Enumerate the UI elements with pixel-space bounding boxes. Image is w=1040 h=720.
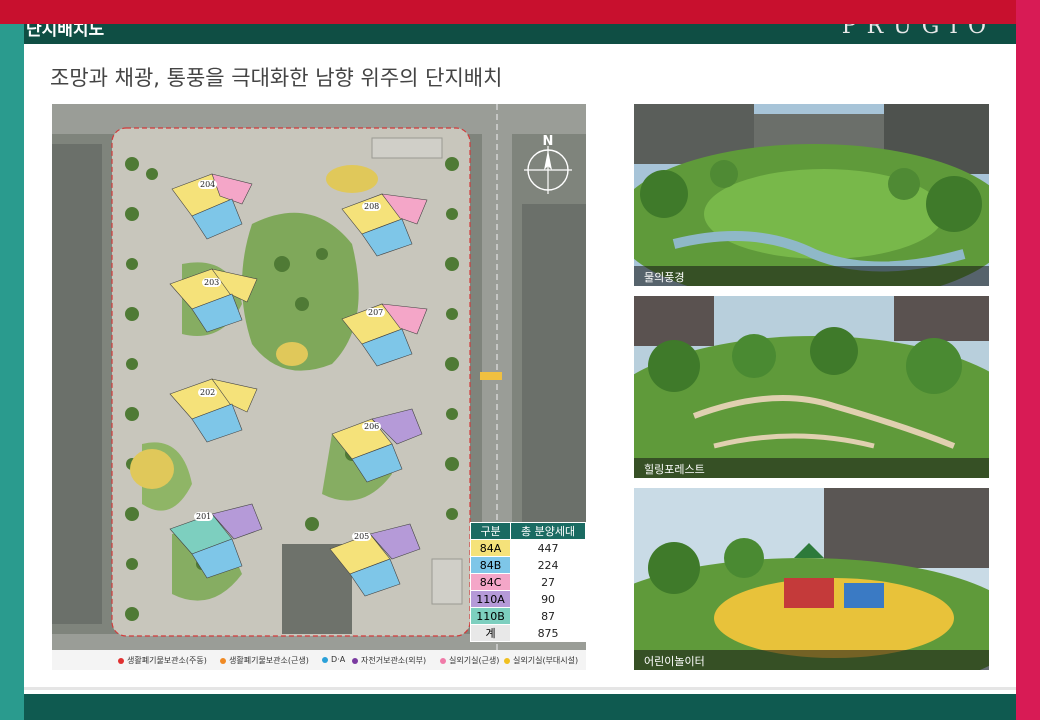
photo-caption: 힐링포레스트 bbox=[634, 458, 989, 478]
legend-dot-icon bbox=[352, 657, 358, 664]
unit-count: 27 bbox=[510, 573, 586, 591]
legend-item: 생활폐기물보관소(주동) bbox=[118, 655, 207, 666]
photo-water-landscape: 물의풍경 bbox=[634, 104, 989, 286]
unit-count: 224 bbox=[510, 556, 586, 574]
healing-forest-image bbox=[634, 296, 989, 478]
site-plan-map: 204 208 203 207 202 206 201 205 N 구분 총 분… bbox=[52, 104, 586, 670]
legend-dot-icon bbox=[504, 657, 510, 664]
brochure-page: 단지배치도 PRUGIO 조망과 채광, 통풍을 극대화한 남향 위주의 단지배… bbox=[24, 24, 1016, 694]
frame-bottom bbox=[24, 694, 1016, 720]
compass: N bbox=[522, 134, 574, 194]
unit-type: 84A bbox=[469, 539, 512, 557]
legend-item: 실외기실(부대시설) bbox=[504, 655, 578, 666]
header-title: 단지배치도 bbox=[26, 24, 105, 40]
unit-count: 90 bbox=[510, 590, 586, 608]
unit-type-total: 계 bbox=[469, 624, 512, 642]
building-label-201: 201 bbox=[194, 512, 214, 521]
water-landscape-image bbox=[634, 104, 989, 286]
legend-dot-icon bbox=[322, 656, 328, 663]
unit-type: 110A bbox=[469, 590, 512, 608]
unit-table-total-row: 계 875 bbox=[469, 624, 586, 642]
unit-type: 84B bbox=[469, 556, 512, 574]
frame-left bbox=[0, 24, 24, 720]
unit-count: 447 bbox=[510, 539, 586, 557]
photo-playground: 어린이놀이터 bbox=[634, 488, 989, 670]
frame-right bbox=[1016, 0, 1040, 720]
building-label-205: 205 bbox=[352, 532, 372, 541]
unit-table-row: 84A 447 bbox=[469, 539, 586, 557]
building-label-206: 206 bbox=[362, 422, 382, 431]
playground-image bbox=[634, 488, 989, 670]
photo-healing-forest: 힐링포레스트 bbox=[634, 296, 989, 478]
header-bar: 단지배치도 PRUGIO bbox=[24, 24, 1016, 44]
brand-logo: PRUGIO bbox=[841, 24, 996, 39]
unit-count: 87 bbox=[510, 607, 586, 625]
legend-item: D·A bbox=[322, 655, 345, 664]
compass-icon bbox=[524, 146, 572, 194]
building-label-203: 203 bbox=[202, 278, 222, 287]
legend-item: 자전거보관소(외부) bbox=[352, 655, 426, 666]
legend-dot-icon bbox=[118, 657, 124, 664]
unit-type: 110B bbox=[469, 607, 512, 625]
map-legend: 생활폐기물보관소(주동) 생활폐기물보관소(근생) D·A 자전거보관소(외부)… bbox=[52, 650, 586, 670]
unit-count-total: 875 bbox=[510, 624, 586, 642]
unit-table-row: 110B 87 bbox=[469, 607, 586, 625]
unit-table-row: 84B 224 bbox=[469, 556, 586, 574]
unit-table-header-count: 총 분양세대 bbox=[510, 522, 586, 540]
legend-dot-icon bbox=[220, 657, 226, 664]
unit-table-row: 84C 27 bbox=[469, 573, 586, 591]
unit-table-header-type: 구분 bbox=[469, 522, 512, 540]
building-label-207: 207 bbox=[366, 308, 386, 317]
unit-table-row: 110A 90 bbox=[469, 590, 586, 608]
building-label-202: 202 bbox=[198, 388, 218, 397]
unit-table-header: 구분 총 분양세대 bbox=[469, 522, 586, 540]
legend-dot-icon bbox=[440, 657, 446, 664]
photo-caption: 어린이놀이터 bbox=[634, 650, 989, 670]
photo-caption: 물의풍경 bbox=[634, 266, 989, 286]
legend-item: 실외기실(근생) bbox=[440, 655, 499, 666]
page-headline: 조망과 채광, 통풍을 극대화한 남향 위주의 단지배치 bbox=[50, 66, 503, 90]
frame-top bbox=[0, 0, 1040, 24]
building-label-208: 208 bbox=[362, 202, 382, 211]
unit-type: 84C bbox=[469, 573, 512, 591]
footer-divider bbox=[24, 687, 1016, 690]
unit-count-table: 구분 총 분양세대 84A 447 84B 224 84C 27 110A 90… bbox=[469, 522, 586, 642]
building-label-204: 204 bbox=[198, 180, 218, 189]
legend-item: 생활폐기물보관소(근생) bbox=[220, 655, 309, 666]
